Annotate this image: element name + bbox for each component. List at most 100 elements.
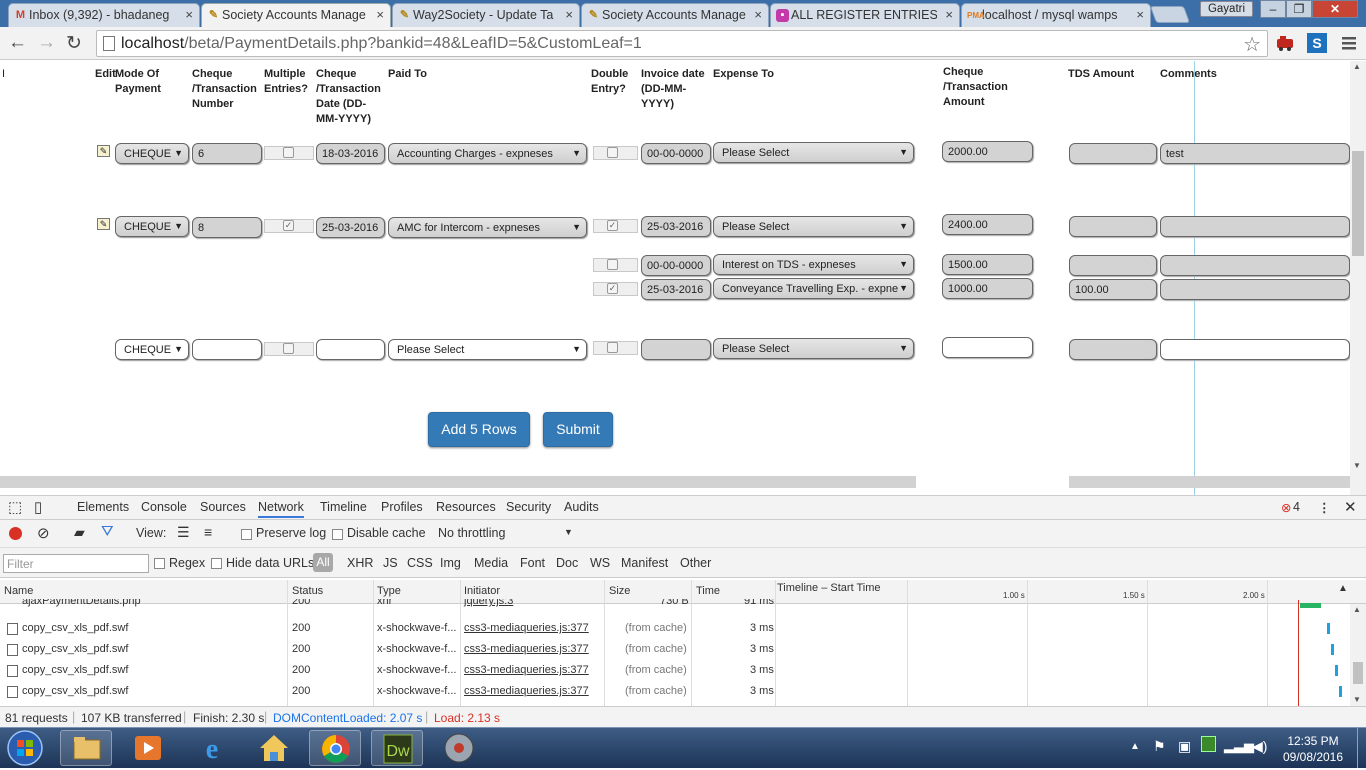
expense-to-select[interactable]: Please Select ▼ [713, 338, 914, 359]
close-icon[interactable]: × [1136, 7, 1144, 22]
table-row[interactable]: ajaxPaymentDetails.php 200 xhr jquery.js… [0, 599, 1350, 611]
extension-train-icon[interactable] [1275, 32, 1297, 54]
column-status[interactable]: Status [292, 585, 323, 597]
mode-select[interactable]: CHEQUE ▼ [115, 143, 189, 164]
restore-button[interactable]: ❐ [1286, 0, 1312, 18]
forward-arrow-icon[interactable]: → [37, 32, 56, 54]
type-filter-all[interactable]: All [313, 553, 333, 572]
app-tray-icon[interactable] [1201, 736, 1216, 752]
cheque-number-input[interactable] [192, 339, 262, 360]
double-entry-checkbox[interactable] [607, 147, 618, 158]
type-filter-manifest[interactable]: Manifest [621, 556, 668, 570]
volume-icon[interactable]: ◀) [1252, 738, 1267, 755]
device-icon[interactable]: ▣ [1178, 738, 1191, 755]
tab-security[interactable]: Security [506, 500, 551, 514]
double-entry-checkbox[interactable]: ✓ [607, 283, 618, 294]
type-filter-ws[interactable]: WS [590, 556, 610, 570]
type-filter-js[interactable]: JS [383, 556, 398, 570]
expense-to-select[interactable]: Conveyance Travelling Exp. - expne ▼ [713, 278, 914, 299]
cheque-date-input[interactable]: 25-03-2016 [316, 217, 385, 238]
error-icon[interactable]: ⊗ [1281, 500, 1291, 515]
mode-select[interactable]: CHEQUE ▼ [115, 339, 189, 360]
tds-input[interactable] [1069, 339, 1157, 360]
type-filter-font[interactable]: Font [520, 556, 545, 570]
amount-input[interactable]: 1500.00 [942, 254, 1033, 275]
comments-input[interactable] [1160, 339, 1350, 360]
column-type[interactable]: Type [377, 585, 401, 597]
type-filter-css[interactable]: CSS [407, 556, 433, 570]
reload-icon[interactable]: ↻ [66, 32, 82, 55]
throttling-select[interactable]: No throttling [438, 526, 505, 540]
cheque-number-input[interactable]: 8 [192, 217, 262, 238]
expense-to-select[interactable]: Please Select ▼ [713, 216, 914, 237]
tab-elements[interactable]: Elements [77, 500, 129, 514]
tds-input[interactable]: 100.00 [1069, 279, 1157, 300]
close-icon[interactable]: × [754, 7, 762, 22]
cheque-date-input[interactable]: 18-03-2016 [316, 143, 385, 164]
preserve-log-checkbox[interactable] [241, 529, 252, 540]
scrollbar-thumb[interactable] [1352, 151, 1364, 256]
tab-console[interactable]: Console [141, 500, 187, 514]
tds-input[interactable] [1069, 255, 1157, 276]
chevron-down-icon[interactable]: ▼ [564, 527, 573, 537]
dreamweaver-icon[interactable]: Dw [371, 730, 423, 766]
tab-profiles[interactable]: Profiles [381, 500, 423, 514]
hide-data-urls-checkbox[interactable] [211, 558, 222, 569]
start-button[interactable] [4, 729, 46, 767]
invoice-date-input[interactable]: 00-00-0000 [641, 143, 711, 164]
tab-way2society[interactable]: ✎ Way2Society - Update Ta × [392, 3, 580, 27]
scrollbar-thumb[interactable] [1353, 662, 1363, 684]
bookmark-star-icon[interactable]: ☆ [1243, 32, 1261, 57]
flag-icon[interactable]: ⚑ [1153, 738, 1166, 755]
close-icon[interactable]: × [376, 7, 384, 22]
tab-gmail[interactable]: M Inbox (9,392) - bhadaneg × [8, 3, 200, 27]
device-mode-icon[interactable]: ▯ [34, 498, 42, 516]
scroll-down-icon[interactable]: ▼ [1353, 695, 1361, 704]
tab-network[interactable]: Network [258, 500, 304, 518]
back-arrow-icon[interactable]: ← [8, 32, 27, 54]
tab-society-accounts-2[interactable]: ✎ Society Accounts Manage × [581, 3, 769, 27]
cheque-number-input[interactable]: 6 [192, 143, 262, 164]
record-icon[interactable] [9, 527, 22, 540]
invoice-date-input[interactable]: 25-03-2016 [641, 216, 711, 237]
invoice-date-input[interactable]: 00-00-0000 [641, 255, 711, 276]
window-close-button[interactable]: ✕ [1312, 0, 1358, 18]
type-filter-doc[interactable]: Doc [556, 556, 578, 570]
table-row[interactable]: copy_csv_xls_pdf.swf 200 x-shockwave-f..… [0, 660, 1350, 681]
type-filter-media[interactable]: Media [474, 556, 508, 570]
more-options-icon[interactable]: ⋮ [1318, 500, 1331, 515]
tab-phpmyadmin[interactable]: PMA localhost / mysql wamps × [961, 3, 1151, 27]
amount-input[interactable]: 1000.00 [942, 278, 1033, 299]
close-icon[interactable]: × [185, 7, 193, 22]
double-entry-checkbox[interactable] [607, 259, 618, 270]
comments-input[interactable]: test [1160, 143, 1350, 164]
filter-input[interactable]: Filter [3, 554, 149, 573]
edit-icon[interactable]: ✎ [97, 145, 110, 157]
multiple-entries-checkbox[interactable] [283, 343, 294, 354]
network-scrollbar[interactable]: ▲ ▼ [1350, 604, 1366, 706]
new-tab-button[interactable] [1149, 6, 1191, 23]
mode-select[interactable]: CHEQUE ▼ [115, 216, 189, 237]
overview-icon[interactable]: ≡ [204, 524, 212, 540]
type-filter-img[interactable]: Img [440, 556, 461, 570]
expense-to-select[interactable]: Interest on TDS - expneses ▼ [713, 254, 914, 275]
table-row[interactable]: copy_csv_xls_pdf.swf 200 x-shockwave-f..… [0, 681, 1350, 702]
amount-input[interactable] [942, 337, 1033, 358]
paid-to-select[interactable]: AMC for Intercom - expneses ▼ [388, 217, 587, 238]
expense-to-select[interactable]: Please Select ▼ [713, 142, 914, 163]
chrome-icon[interactable] [309, 730, 361, 766]
double-entry-checkbox[interactable] [607, 342, 618, 353]
tab-audits[interactable]: Audits [564, 500, 599, 514]
double-entry-checkbox[interactable]: ✓ [607, 220, 618, 231]
show-desktop-button[interactable] [1357, 728, 1366, 768]
filter-icon[interactable]: ⛛ [101, 523, 114, 540]
scroll-up-icon[interactable]: ▲ [1353, 62, 1361, 71]
media-player-icon[interactable] [122, 730, 174, 766]
column-initiator[interactable]: Initiator [464, 585, 500, 597]
extension-s-icon[interactable]: S [1306, 32, 1328, 54]
show-hidden-icons[interactable]: ▲ [1130, 741, 1140, 752]
sort-up-icon[interactable]: ▲ [1338, 583, 1348, 594]
edit-icon[interactable]: ✎ [97, 218, 110, 230]
tab-resources[interactable]: Resources [436, 500, 496, 514]
profile-button[interactable]: Gayatri [1200, 1, 1253, 17]
